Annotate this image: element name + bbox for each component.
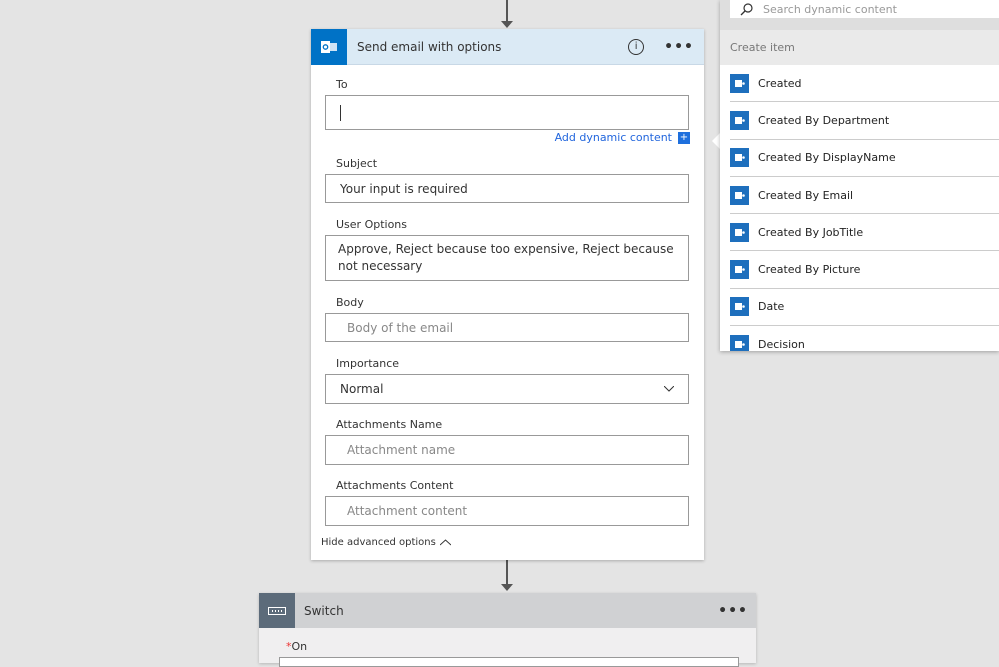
dynamic-item[interactable]: Created By DisplayName	[730, 140, 999, 177]
search-placeholder: Search dynamic content	[763, 2, 897, 16]
dynamic-item[interactable]: Created By Picture	[730, 251, 999, 289]
hide-advanced-label[interactable]: Hide advanced options	[321, 537, 436, 548]
attachments-content-placeholder: Attachment content	[347, 504, 468, 518]
plus-icon[interactable]: +	[678, 131, 690, 144]
body-input[interactable]: Body of the email	[325, 313, 689, 342]
attachments-name-label: Attachments Name	[336, 418, 443, 431]
search-icon	[740, 2, 753, 15]
add-dynamic-content-text[interactable]: Add dynamic content	[555, 131, 672, 144]
connector-top	[506, 0, 508, 22]
arrow-bottom	[501, 584, 513, 591]
switch-card: Switch ••• *On	[259, 593, 756, 667]
importance-select[interactable]: Normal	[325, 374, 689, 404]
importance-label: Importance	[336, 357, 400, 370]
connector-bottom	[506, 560, 508, 585]
subject-input[interactable]: Your input is required	[325, 174, 689, 203]
text-cursor	[340, 104, 341, 121]
sharepoint-icon	[730, 73, 749, 93]
switch-more-button[interactable]: •••	[718, 603, 748, 619]
attachments-name-placeholder: Attachment name	[347, 443, 456, 457]
dynamic-item-label[interactable]: Date	[758, 300, 784, 313]
dynamic-item-label[interactable]: Created By Department	[758, 114, 889, 127]
switch-title: Switch	[304, 603, 344, 618]
sharepoint-icon	[730, 110, 749, 130]
card-header[interactable]: Send email with options i •••	[311, 28, 704, 65]
on-label-text: On	[291, 640, 308, 653]
body-placeholder: Body of the email	[347, 320, 454, 335]
sharepoint-icon	[730, 260, 749, 280]
subject-label: Subject	[336, 157, 378, 170]
search-area: Search dynamic content	[720, 0, 999, 30]
dynamic-item-label[interactable]: Created By DisplayName	[758, 151, 896, 164]
attachments-name-input[interactable]: Attachment name	[325, 435, 689, 465]
hide-advanced-options-toggle[interactable]: Hide advanced options	[321, 537, 451, 548]
sharepoint-icon	[730, 297, 749, 317]
dynamic-item[interactable]: Created By Email	[730, 177, 999, 215]
send-email-card: Send email with options i ••• To Add dyn…	[311, 28, 704, 560]
section-header: Create item	[720, 30, 999, 65]
importance-value: Normal	[340, 382, 384, 396]
to-label: To	[336, 78, 348, 91]
arrow-top	[501, 21, 513, 28]
attachments-content-input[interactable]: Attachment content	[325, 496, 689, 526]
dynamic-item[interactable]: Date	[730, 289, 999, 327]
search-input[interactable]: Search dynamic content	[730, 0, 999, 18]
chevron-up-icon	[439, 539, 451, 546]
on-label: *On	[286, 640, 307, 653]
dynamic-item[interactable]: Created By JobTitle	[730, 214, 999, 252]
dynamic-content-panel: Search dynamic content Create item Creat…	[720, 0, 999, 351]
dynamic-item[interactable]: Created By Department	[730, 102, 999, 140]
dynamic-item-label[interactable]: Created By Picture	[758, 263, 860, 276]
sharepoint-icon	[730, 148, 749, 168]
attachments-content-label: Attachments Content	[336, 479, 454, 492]
user-options-input[interactable]: Approve, Reject because too expensive, R…	[325, 235, 689, 281]
sharepoint-icon	[730, 222, 749, 242]
dynamic-item-label[interactable]: Decision	[758, 338, 805, 351]
sharepoint-icon	[730, 185, 749, 205]
add-dynamic-content-link[interactable]: Add dynamic content +	[555, 131, 690, 144]
body-label: Body	[336, 296, 364, 309]
dynamic-item[interactable]: Decision	[730, 326, 999, 351]
dynamic-item-label[interactable]: Created	[758, 77, 802, 90]
switch-icon	[259, 593, 295, 628]
sharepoint-icon	[730, 334, 749, 351]
dynamic-item[interactable]: Created	[730, 65, 999, 103]
user-options-label: User Options	[336, 218, 408, 231]
more-options-button[interactable]: •••	[664, 39, 694, 55]
outlook-icon	[311, 28, 347, 65]
card-title: Send email with options	[357, 39, 502, 54]
chevron-down-icon	[664, 386, 674, 392]
dynamic-item-label[interactable]: Created By Email	[758, 189, 853, 202]
to-input[interactable]	[325, 95, 689, 130]
dynamic-item-label[interactable]: Created By JobTitle	[758, 226, 863, 239]
switch-header[interactable]: Switch •••	[259, 593, 756, 628]
info-icon[interactable]: i	[628, 38, 645, 55]
